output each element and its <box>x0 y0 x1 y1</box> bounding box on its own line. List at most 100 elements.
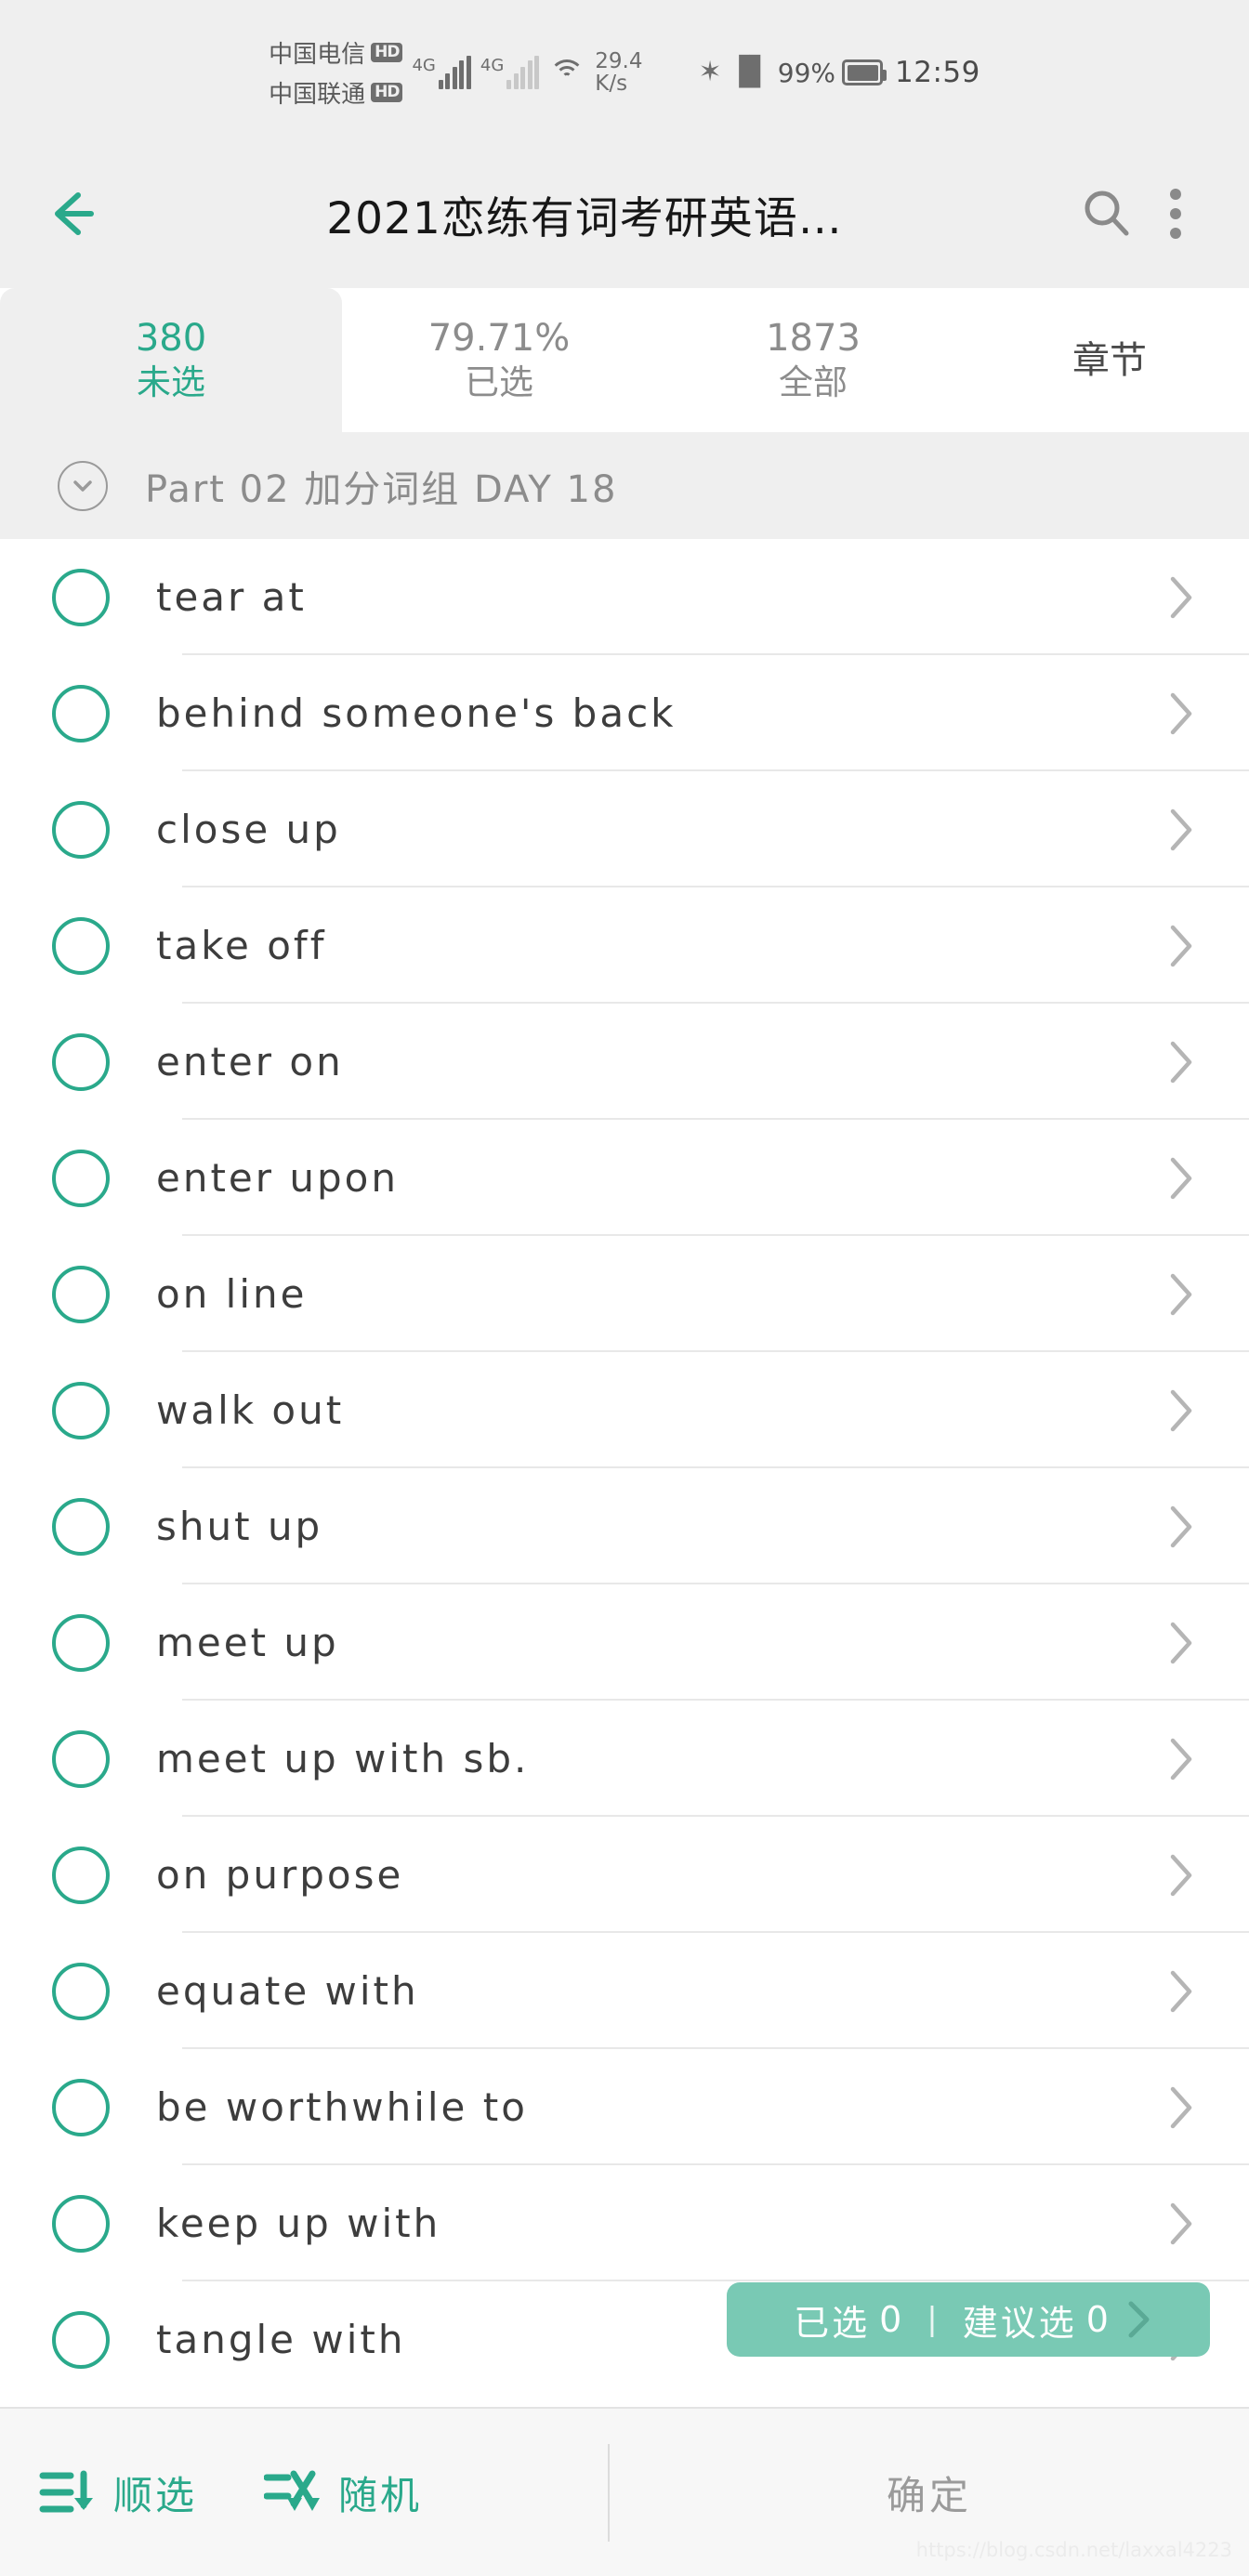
word-select-radio[interactable] <box>52 1497 110 1556</box>
word-select-radio[interactable] <box>52 684 110 743</box>
tab-unselected[interactable]: 380 未选 <box>0 288 342 432</box>
word-label: close up <box>156 807 341 852</box>
word-select-radio[interactable] <box>52 2078 110 2136</box>
word-select-radio[interactable] <box>52 1729 110 1788</box>
chevron-right-icon[interactable] <box>1149 802 1214 858</box>
chevron-right-icon[interactable] <box>1149 1847 1214 1903</box>
tab-unselected-count: 380 <box>135 317 207 361</box>
battery-icon <box>842 59 887 85</box>
sort-select-button[interactable]: 顺选 <box>39 2464 197 2521</box>
chevron-down-icon[interactable] <box>58 460 108 511</box>
word-select-radio[interactable] <box>52 916 110 975</box>
carrier-name-2: 中国联通 <box>269 81 366 109</box>
carrier-row-2: 中国联通 HD <box>269 75 403 110</box>
word-select-radio[interactable] <box>52 800 110 859</box>
word-list-item[interactable]: tear at <box>0 539 1249 655</box>
section-header-label: Part 02 加分词组 DAY 18 <box>145 467 618 511</box>
word-list-item[interactable]: take off <box>0 887 1249 1004</box>
tab-selected-percent: 79.71% <box>427 317 571 361</box>
pill-separator: | <box>927 2301 940 2338</box>
word-list-item[interactable]: keep up with <box>0 2165 1249 2281</box>
word-label: take off <box>156 923 327 968</box>
chevron-right-icon[interactable] <box>1149 1034 1214 1090</box>
chevron-right-icon[interactable] <box>1149 1150 1214 1206</box>
overflow-dots <box>1170 189 1181 239</box>
chevron-right-icon[interactable] <box>1149 570 1214 625</box>
sort-list-down-icon <box>39 2466 97 2518</box>
word-select-radio[interactable] <box>52 1613 110 1672</box>
tab-unselected-label: 未选 <box>137 362 205 403</box>
status-right-icons: ✶ ▐▌ 99% 12:59 <box>699 56 980 89</box>
signal-group-1: 4G <box>412 56 471 89</box>
back-arrow-icon[interactable] <box>39 180 106 247</box>
chevron-right-icon[interactable] <box>1149 686 1214 742</box>
confirm-label: 确定 <box>887 2472 973 2518</box>
word-list-item[interactable]: meet up <box>0 1584 1249 1701</box>
word-label: equate with <box>156 1968 419 2014</box>
word-select-radio[interactable] <box>52 1962 110 2020</box>
network-type-label-1: 4G <box>412 56 436 75</box>
chevron-right-icon <box>1123 2298 1154 2341</box>
pill-selected-count: 0 <box>879 2299 905 2340</box>
pill-suggest-label: 建议选 <box>962 2302 1077 2344</box>
chevron-right-icon[interactable] <box>1149 1964 1214 2019</box>
word-select-radio[interactable] <box>52 2310 110 2369</box>
shuffle-button[interactable]: 随机 <box>263 2464 422 2521</box>
chevron-right-icon[interactable] <box>1149 1267 1214 1322</box>
word-label: enter upon <box>156 1155 399 1201</box>
word-list-item[interactable]: walk out <box>0 1352 1249 1468</box>
pill-selected-label: 已选 <box>794 2302 871 2344</box>
overflow-menu-icon[interactable] <box>1141 179 1210 248</box>
word-select-radio[interactable] <box>52 1381 110 1439</box>
app-bar: 2021恋练有词考研英语… <box>0 139 1249 288</box>
stats-tab-bar: 380 未选 79.71% 已选 1873 全部 章节 <box>0 288 1249 432</box>
chevron-right-icon[interactable] <box>1149 2080 1214 2136</box>
carrier-name-1: 中国电信 <box>269 41 366 69</box>
tab-chapter[interactable]: 章节 <box>970 288 1249 432</box>
word-list-item[interactable]: be worthwhile to <box>0 2049 1249 2165</box>
word-list-item[interactable]: shut up <box>0 1468 1249 1584</box>
word-list-item[interactable]: enter upon <box>0 1120 1249 1236</box>
word-select-radio[interactable] <box>52 568 110 626</box>
word-list-item[interactable]: on line <box>0 1236 1249 1352</box>
word-list-item[interactable]: close up <box>0 771 1249 887</box>
word-select-radio[interactable] <box>52 1265 110 1323</box>
word-list-item[interactable]: equate with <box>0 1933 1249 2049</box>
word-select-radio[interactable] <box>52 1846 110 1904</box>
chevron-right-icon[interactable] <box>1149 1615 1214 1671</box>
word-label: on purpose <box>156 1852 404 1898</box>
chevron-right-icon[interactable] <box>1149 918 1214 974</box>
status-bar: 中国电信 HD 中国联通 HD 4G 4G 29.4 K/s ✶ ▐▌ 99% <box>0 0 1249 139</box>
signal-group-2: 4G <box>480 56 540 89</box>
word-label: keep up with <box>156 2201 441 2246</box>
chevron-right-icon[interactable] <box>1149 2196 1214 2252</box>
shuffle-icon <box>263 2466 322 2518</box>
section-header[interactable]: Part 02 加分词组 DAY 18 <box>0 432 1249 539</box>
word-list-item[interactable]: enter on <box>0 1004 1249 1120</box>
word-label: enter on <box>156 1039 344 1084</box>
word-list-item[interactable]: meet up with sb. <box>0 1701 1249 1817</box>
confirm-button[interactable]: 确定 <box>610 2464 1249 2521</box>
word-select-radio[interactable] <box>52 2194 110 2253</box>
chevron-right-icon[interactable] <box>1149 1731 1214 1787</box>
watermark: https://blog.csdn.net/laxxal4223 <box>915 2539 1232 2561</box>
selection-summary-pill[interactable]: 已选 0 | 建议选 0 <box>727 2282 1210 2357</box>
app-screen: 中国电信 HD 中国联通 HD 4G 4G 29.4 K/s ✶ ▐▌ 99% <box>0 0 1249 2576</box>
word-list-item[interactable]: behind someone's back <box>0 655 1249 771</box>
hd-badge-1: HD <box>371 43 403 62</box>
chevron-right-icon[interactable] <box>1149 1383 1214 1439</box>
tab-all-count: 1873 <box>766 317 861 361</box>
network-speed: 29.4 K/s <box>595 50 642 95</box>
network-speed-unit: K/s <box>595 72 628 96</box>
tab-selected[interactable]: 79.71% 已选 <box>342 288 656 432</box>
word-select-radio[interactable] <box>52 1032 110 1091</box>
word-list-item[interactable]: on purpose <box>0 1817 1249 1933</box>
signal-bars-icon-2 <box>506 56 540 89</box>
carrier-info: 中国电信 HD 中国联通 HD <box>269 35 403 110</box>
search-icon[interactable] <box>1072 179 1141 248</box>
tab-all[interactable]: 1873 全部 <box>656 288 970 432</box>
clock-label: 12:59 <box>895 56 980 89</box>
word-select-radio[interactable] <box>52 1149 110 1207</box>
chevron-right-icon[interactable] <box>1149 1499 1214 1555</box>
carrier-row-1: 中国电信 HD <box>269 35 403 70</box>
